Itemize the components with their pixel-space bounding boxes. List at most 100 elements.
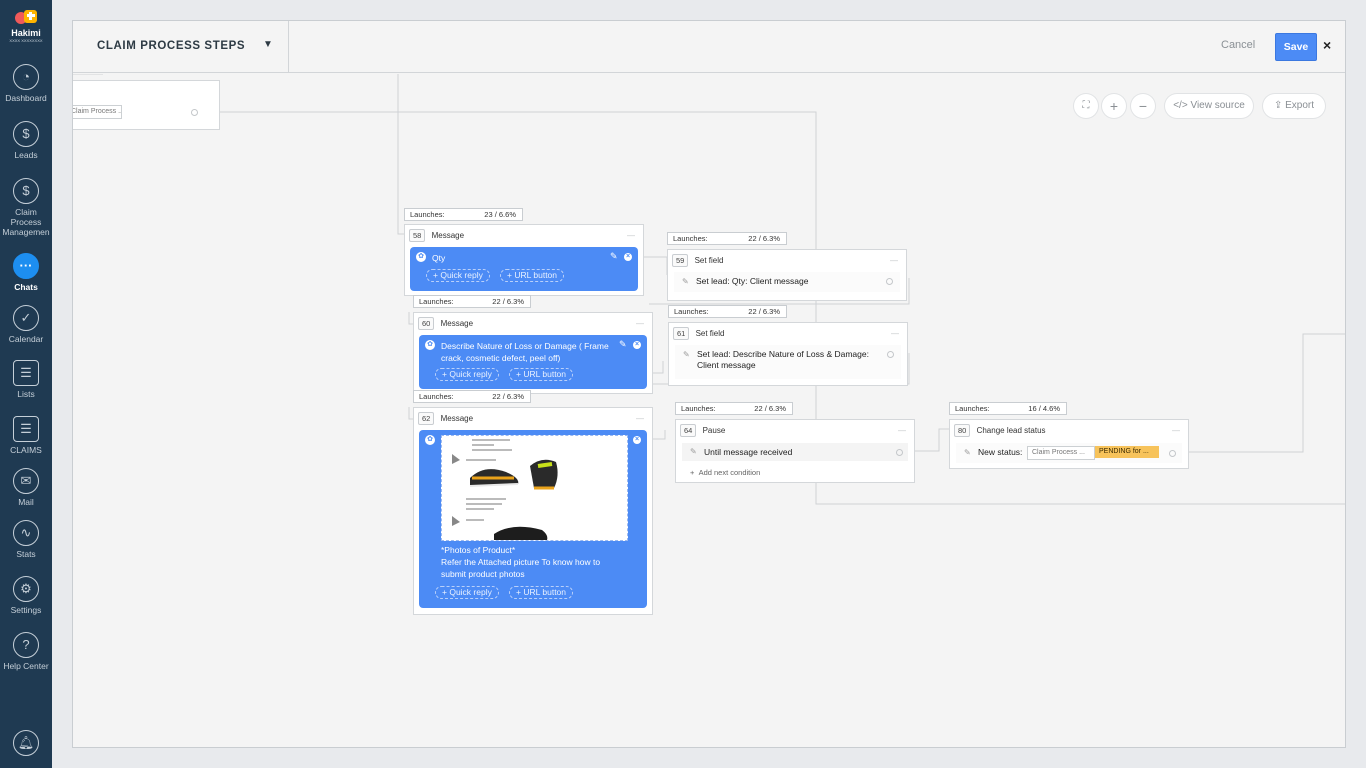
pause-node-64[interactable]: 64 Pause — ✎ Until message received + Ad… bbox=[675, 419, 915, 483]
close-icon[interactable]: × bbox=[1323, 37, 1331, 53]
node-menu-icon[interactable]: — bbox=[891, 329, 899, 338]
mail-icon: ✉ bbox=[13, 468, 39, 494]
url-button[interactable]: + URL button bbox=[509, 368, 574, 381]
save-button[interactable]: Save bbox=[1275, 33, 1317, 61]
node-menu-icon[interactable]: — bbox=[890, 256, 898, 265]
node-number: 80 bbox=[954, 424, 971, 437]
emoji-icon[interactable]: ✿ bbox=[425, 435, 435, 445]
url-button[interactable]: + URL button bbox=[500, 269, 565, 282]
sidebar-item-dashboard[interactable]: ◔ Dashboard bbox=[0, 64, 52, 103]
fullscreen-button[interactable]: ⛶ bbox=[1074, 94, 1098, 118]
close-icon[interactable]: × bbox=[633, 341, 641, 349]
remove-icon[interactable] bbox=[887, 351, 894, 358]
launches-counter: Launches: 22 / 6.3% bbox=[413, 295, 531, 308]
sidebar-item-help-center[interactable]: ? Help Center bbox=[0, 632, 52, 671]
status-pipeline[interactable]: Claim Process ... bbox=[1027, 446, 1095, 460]
sidebar-item-lists[interactable]: ☰ Lists bbox=[0, 360, 52, 399]
flow-canvas[interactable]: Claim Process ... ⛶ + − </> View source … bbox=[73, 74, 1345, 747]
remove-icon[interactable] bbox=[191, 109, 198, 116]
launches-value: 22 / 6.3% bbox=[748, 307, 780, 316]
launches-counter: Launches: 22 / 6.3% bbox=[413, 390, 531, 403]
node-header: 62 Message bbox=[418, 412, 473, 425]
sidebar-item-chats[interactable]: ··· Chats bbox=[0, 253, 52, 292]
launches-label: Launches: bbox=[681, 404, 716, 413]
node-menu-icon[interactable]: — bbox=[636, 319, 644, 328]
launches-label: Launches: bbox=[955, 404, 990, 413]
remove-icon[interactable] bbox=[1169, 450, 1176, 457]
sidebar-item-label: Chats bbox=[14, 282, 38, 292]
sidebar-item-label: CLAIMS bbox=[10, 445, 42, 455]
url-button[interactable]: + URL button bbox=[509, 586, 574, 599]
zoom-in-button[interactable]: + bbox=[1102, 94, 1126, 118]
wrench-icon: ⚙ bbox=[13, 576, 39, 602]
editor-header: CLAIM PROCESS STEPS ▼ Cancel Save × bbox=[73, 21, 1345, 73]
message-bubble[interactable]: ✿ Describe Nature of Loss or Damage ( Fr… bbox=[419, 335, 647, 389]
sidebar-item-stats[interactable]: ∿ Stats bbox=[0, 520, 52, 559]
node-menu-icon[interactable]: — bbox=[627, 231, 635, 240]
attachment-icon[interactable]: ✎ bbox=[619, 338, 627, 350]
add-next-condition-button[interactable]: + Add next condition bbox=[690, 468, 760, 477]
pencil-icon: ✎ bbox=[682, 277, 689, 286]
remove-icon[interactable] bbox=[886, 278, 893, 285]
sidebar-item-calendar[interactable]: ✓ Calendar bbox=[0, 305, 52, 344]
pause-condition-row[interactable]: ✎ Until message received bbox=[682, 443, 908, 461]
message-node-58[interactable]: 58 Message — ✿ Qty ✎ × + Quick reply + U… bbox=[404, 224, 644, 296]
message-node-60[interactable]: 60 Message — ✿ Describe Nature of Loss o… bbox=[413, 312, 653, 394]
partial-node[interactable]: Claim Process ... bbox=[73, 80, 220, 130]
hakimi-logo[interactable]: Hakimi XXXX XXXXXXXX bbox=[0, 8, 52, 48]
pipeline-selector[interactable]: CLAIM PROCESS STEPS ▼ bbox=[73, 21, 289, 73]
close-icon[interactable]: × bbox=[633, 436, 641, 444]
launches-counter: Launches: 22 / 6.3% bbox=[667, 232, 787, 245]
message-node-62[interactable]: 62 Message — ✿ × *Photos of Product* Ref… bbox=[413, 407, 653, 615]
quick-reply-button[interactable]: + Quick reply bbox=[435, 368, 499, 381]
node-menu-icon[interactable]: — bbox=[636, 414, 644, 423]
set-field-node-59[interactable]: 59 Set field — ✎ Set lead: Qty: Client m… bbox=[667, 249, 907, 301]
launches-label: Launches: bbox=[410, 210, 445, 219]
close-icon[interactable]: × bbox=[624, 253, 632, 261]
pipeline-field[interactable]: Claim Process ... bbox=[73, 105, 122, 119]
sidebar-item-claim-process[interactable]: $ Claim Process Managemen bbox=[0, 178, 52, 237]
emoji-icon[interactable]: ✿ bbox=[416, 252, 426, 262]
launches-label: Launches: bbox=[673, 234, 708, 243]
attachment-icon[interactable]: ✎ bbox=[610, 250, 618, 262]
node-header: 60 Message bbox=[418, 317, 473, 330]
sidebar-item-leads[interactable]: $ Leads bbox=[0, 121, 52, 160]
cancel-button[interactable]: Cancel bbox=[1221, 39, 1255, 51]
sidebar-item-claims[interactable]: ☰ CLAIMS bbox=[0, 416, 52, 455]
zoom-out-button[interactable]: − bbox=[1131, 94, 1155, 118]
set-field-text: Set lead: Qty: Client message bbox=[696, 276, 809, 286]
quick-reply-button[interactable]: + Quick reply bbox=[426, 269, 490, 282]
node-type: Message bbox=[440, 414, 474, 423]
node-type: Message bbox=[440, 319, 474, 328]
view-source-label: View source bbox=[1190, 100, 1245, 111]
change-status-node-80[interactable]: 80 Change lead status — ✎ New status: Cl… bbox=[949, 419, 1189, 469]
quick-reply-button[interactable]: + Quick reply bbox=[435, 586, 499, 599]
node-menu-icon[interactable]: — bbox=[898, 426, 906, 435]
emoji-icon[interactable]: ✿ bbox=[425, 340, 435, 350]
sidebar-item-label: Lists bbox=[17, 389, 35, 399]
sidebar-item-settings[interactable]: ⚙ Settings bbox=[0, 576, 52, 615]
launches-counter: Launches: 22 / 6.3% bbox=[668, 305, 787, 318]
export-button[interactable]: ⇪ Export bbox=[1263, 94, 1325, 118]
message-bubble[interactable]: ✿ × *Photos of Product* Refer the Attach… bbox=[419, 430, 647, 608]
attached-image[interactable] bbox=[441, 435, 628, 541]
set-field-row[interactable]: ✎ Set lead: Describe Nature of Loss & Da… bbox=[675, 345, 901, 379]
status-row[interactable]: ✎ New status: Claim Process ... PENDING … bbox=[956, 443, 1182, 463]
notifications-button[interactable]: 🔔︎ bbox=[0, 730, 52, 759]
stats-icon: ∿ bbox=[13, 520, 39, 546]
remove-icon[interactable] bbox=[896, 449, 903, 456]
sidebar-item-label: Leads bbox=[14, 150, 38, 160]
logo-icon bbox=[13, 10, 39, 28]
sidebar-item-mail[interactable]: ✉ Mail bbox=[0, 468, 52, 507]
sidebar-item-label: Settings bbox=[10, 605, 42, 615]
message-bubble[interactable]: ✿ Qty ✎ × + Quick reply + URL button bbox=[410, 247, 638, 291]
set-field-node-61[interactable]: 61 Set field — ✎ Set lead: Describe Natu… bbox=[668, 322, 908, 386]
node-menu-icon[interactable]: — bbox=[1172, 426, 1180, 435]
view-source-button[interactable]: </> View source bbox=[1165, 94, 1253, 118]
launches-counter: Launches: 16 / 4.6% bbox=[949, 402, 1067, 415]
sidebar-item-label: Mail bbox=[18, 497, 34, 507]
page-title: CLAIM PROCESS STEPS bbox=[97, 40, 246, 52]
message-text: Qty bbox=[432, 253, 446, 263]
status-badge[interactable]: PENDING for ... bbox=[1095, 446, 1159, 458]
set-field-row[interactable]: ✎ Set lead: Qty: Client message bbox=[674, 272, 900, 292]
